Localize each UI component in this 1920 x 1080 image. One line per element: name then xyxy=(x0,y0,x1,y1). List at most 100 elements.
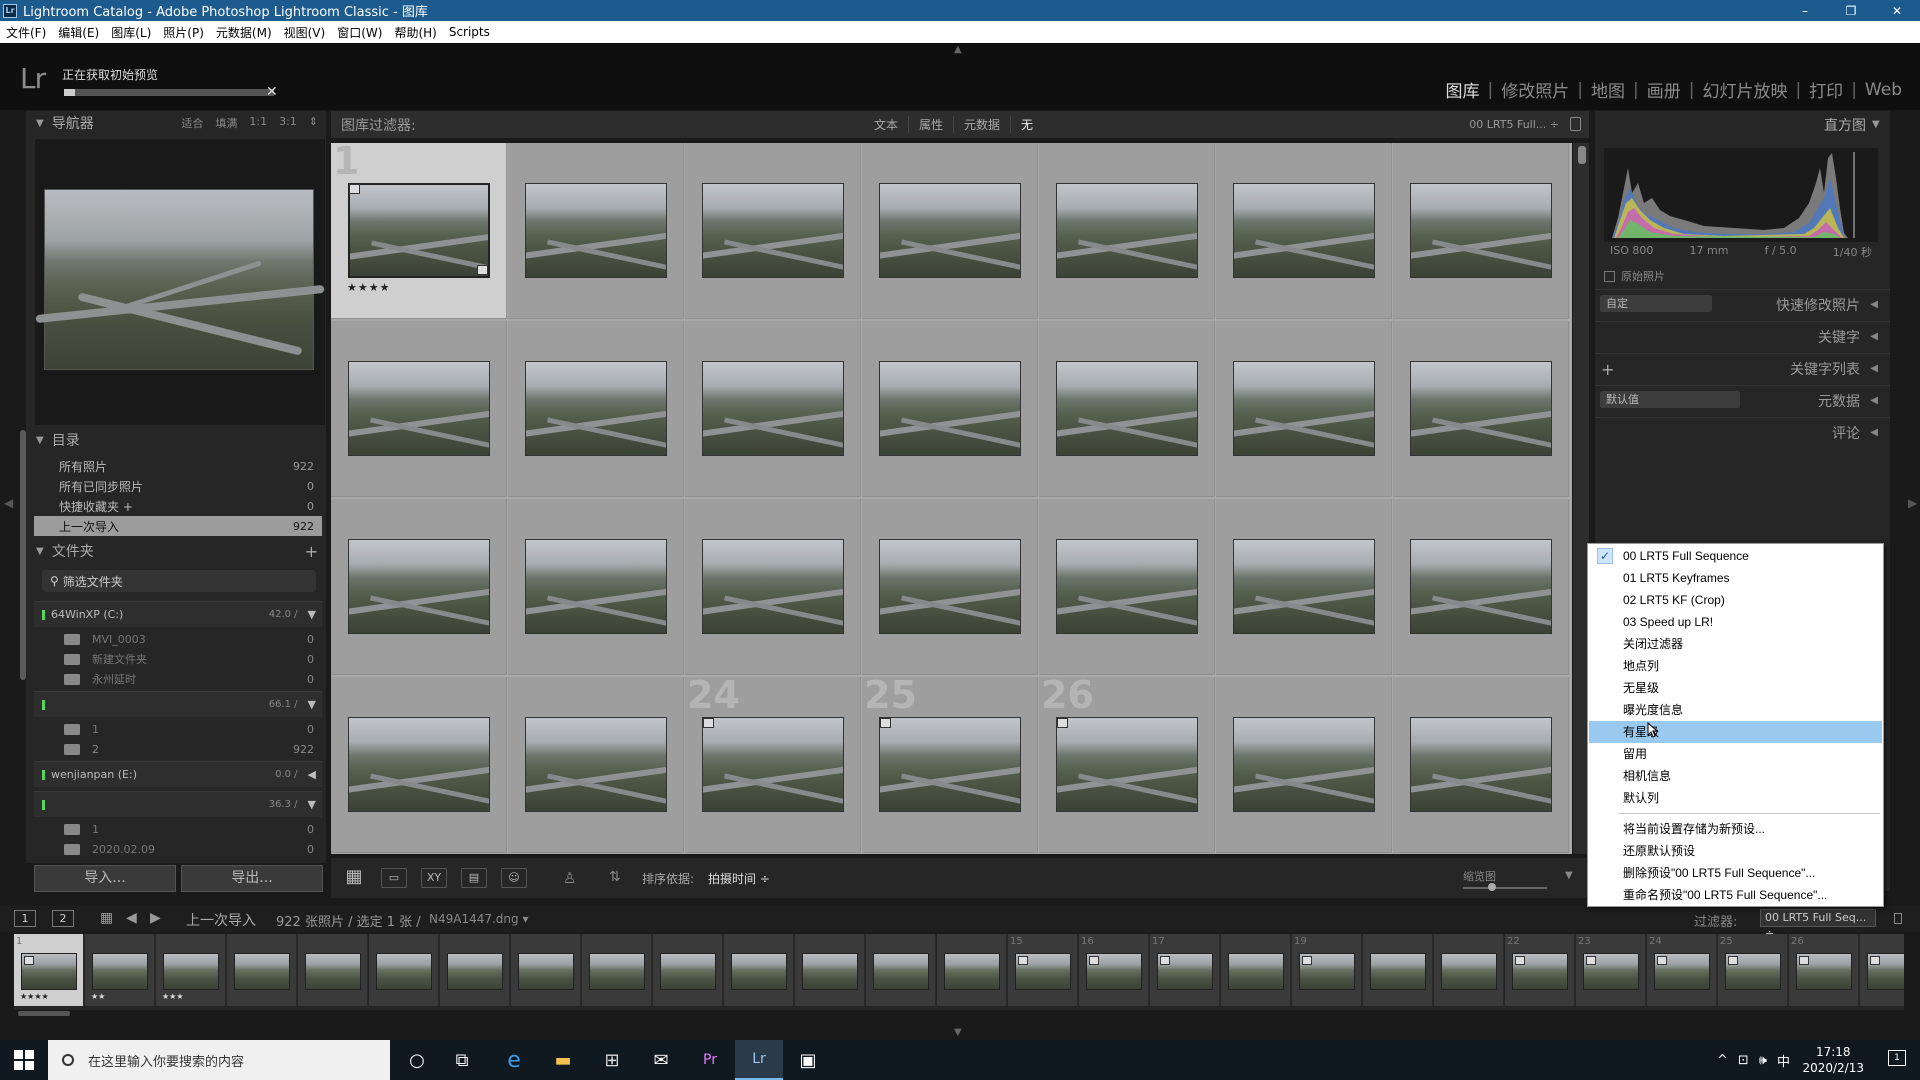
folder-row[interactable]: 2 922 xyxy=(34,739,322,759)
menu-item[interactable]: 默认列 xyxy=(1589,787,1882,809)
cancel-progress-icon[interactable]: ✕ xyxy=(266,84,278,100)
photo-thumbnail[interactable] xyxy=(1233,183,1375,278)
premiere-icon[interactable]: Pr xyxy=(686,1040,734,1080)
zoom-dropdown-icon[interactable]: ⇕ xyxy=(309,115,318,131)
folder-row[interactable]: MVI_0003 0 xyxy=(34,629,322,649)
grid-cell[interactable] xyxy=(508,143,684,319)
filmstrip-thumbnail[interactable] xyxy=(660,953,716,990)
expanded-triangle-icon[interactable]: ▼ xyxy=(308,698,316,711)
grid-cell[interactable] xyxy=(331,321,507,497)
expanded-triangle-icon[interactable]: ▼ xyxy=(308,608,316,621)
photo-thumbnail[interactable] xyxy=(525,183,667,278)
photo-thumbnail[interactable] xyxy=(348,183,490,278)
grid-cell[interactable] xyxy=(331,499,507,675)
show-hidden-icons-icon[interactable]: ^ xyxy=(1717,1053,1728,1068)
module-6[interactable]: Web xyxy=(1857,80,1910,100)
filmstrip-source[interactable]: 上一次导入 xyxy=(186,910,256,930)
menu-item[interactable]: Scripts xyxy=(449,25,490,39)
menu-action[interactable]: 还原默认预设 xyxy=(1589,840,1882,862)
filter-preset-dropdown[interactable]: 00 LRT5 Full... ÷ xyxy=(1469,118,1559,131)
thumbnail-size-slider[interactable] xyxy=(1463,887,1547,889)
back-arrow-icon[interactable]: ◀ xyxy=(126,910,137,926)
grid-cell[interactable]: 24 xyxy=(685,673,861,853)
volume-row[interactable]: 66.1 / ▼ xyxy=(34,691,322,717)
grid-cell[interactable] xyxy=(1039,143,1215,319)
left-panel-toggle-icon[interactable]: ◀ xyxy=(4,496,13,510)
menu-item[interactable]: 无星级 xyxy=(1589,677,1882,699)
menu-item[interactable]: 文件(F) xyxy=(6,24,46,41)
grid-cell[interactable] xyxy=(1216,677,1392,853)
catalog-item[interactable]: 上一次导入 922 xyxy=(34,516,322,536)
module-1[interactable]: 修改照片 xyxy=(1493,77,1577,102)
folder-filter-input[interactable]: ⚲ 筛选文件夹 xyxy=(42,570,316,592)
filmstrip-cell[interactable] xyxy=(1363,934,1433,1006)
filmstrip-cell[interactable] xyxy=(511,934,581,1006)
right-section-header[interactable]: 评论 ◀ xyxy=(1595,417,1890,447)
thumbnail-size-knob[interactable] xyxy=(1488,883,1497,891)
zoom-fill[interactable]: 填满 xyxy=(215,115,237,131)
file-explorer-icon[interactable]: ▬ xyxy=(539,1040,587,1080)
grid-cell[interactable] xyxy=(331,677,507,853)
grid-cell[interactable] xyxy=(1216,321,1392,497)
export-button[interactable]: 导出... xyxy=(181,865,323,892)
filmstrip-cell[interactable]: 17 xyxy=(1150,934,1220,1006)
filmstrip-cell[interactable] xyxy=(582,934,652,1006)
photo-thumbnail[interactable] xyxy=(879,183,1021,278)
forward-arrow-icon[interactable]: ▶ xyxy=(150,910,161,926)
menu-item[interactable]: 留用 xyxy=(1589,743,1882,765)
filmstrip-cell[interactable]: ★★★ xyxy=(156,934,226,1006)
photo-thumbnail[interactable] xyxy=(525,717,667,812)
filmstrip-cell[interactable] xyxy=(653,934,723,1006)
photo-thumbnail[interactable] xyxy=(1056,361,1198,456)
menu-item[interactable]: 视图(V) xyxy=(284,24,326,41)
grid-cell[interactable] xyxy=(1393,499,1569,675)
grid-view-icon[interactable]: ▦ xyxy=(341,868,367,888)
filmstrip-thumbnail[interactable] xyxy=(944,953,1000,990)
grid-cell[interactable] xyxy=(1393,321,1569,497)
filmstrip-cell[interactable]: 16 xyxy=(1079,934,1149,1006)
menu-action[interactable]: 重命名预设"00 LRT5 Full Sequence"... xyxy=(1589,884,1882,906)
ime-icon[interactable]: 中 xyxy=(1777,1051,1790,1070)
top-panel-toggle-icon[interactable]: ▲ xyxy=(954,44,962,55)
filmstrip-cell[interactable] xyxy=(795,934,865,1006)
folder-row[interactable]: 新建文件夹 0 xyxy=(34,649,322,669)
navigator-photo[interactable] xyxy=(35,189,325,370)
lock-icon[interactable] xyxy=(1894,913,1902,924)
filmstrip-cell[interactable] xyxy=(866,934,936,1006)
menu-item[interactable]: 曝光度信息 xyxy=(1589,699,1882,721)
grid-cell[interactable] xyxy=(685,499,861,675)
grid-cell[interactable] xyxy=(508,321,684,497)
filmstrip-thumbnail[interactable] xyxy=(234,953,290,990)
histogram-title[interactable]: 直方图 xyxy=(1595,115,1890,135)
compare-view-icon[interactable]: XY xyxy=(421,868,447,888)
filter-option[interactable]: 文本 xyxy=(864,116,908,133)
filmstrip-cell[interactable]: 1 ★★★★ xyxy=(14,934,84,1006)
photo-thumbnail[interactable] xyxy=(702,717,844,812)
menu-action[interactable]: 将当前设置存储为新预设... xyxy=(1589,818,1882,840)
checkbox-box[interactable] xyxy=(1604,270,1615,282)
filmstrip-cell[interactable] xyxy=(440,934,510,1006)
filmstrip-cell[interactable]: 15 xyxy=(1008,934,1078,1006)
photo-thumbnail[interactable] xyxy=(1056,539,1198,634)
grid-scroll-thumb[interactable] xyxy=(1578,146,1586,164)
grid-cell[interactable] xyxy=(1393,143,1569,319)
photo-thumbnail[interactable] xyxy=(525,539,667,634)
toolbar-menu-icon[interactable]: ▼ xyxy=(1565,870,1573,881)
catalog-item[interactable]: 快捷收藏夹 + 0 xyxy=(34,496,322,516)
windows-start-icon[interactable] xyxy=(14,1050,34,1070)
photo-thumbnail[interactable] xyxy=(1056,717,1198,812)
filmstrip-cell[interactable]: 24 xyxy=(1647,934,1717,1006)
grid-cell[interactable]: 1 ★★★★ xyxy=(331,143,507,319)
grid-cell[interactable] xyxy=(862,321,1038,497)
menu-item[interactable]: 窗口(W) xyxy=(337,24,382,41)
photo-thumbnail[interactable] xyxy=(702,361,844,456)
right-section-select[interactable]: 自定 xyxy=(1600,295,1712,312)
menu-item[interactable]: 有星级 xyxy=(1589,721,1882,743)
expanded-triangle-icon[interactable]: ▼ xyxy=(308,798,316,811)
filmstrip-cell[interactable]: 23 xyxy=(1576,934,1646,1006)
filmstrip-cell[interactable] xyxy=(1221,934,1291,1006)
app-icon[interactable]: ▣ xyxy=(784,1040,832,1080)
module-4[interactable]: 幻灯片放映 xyxy=(1694,77,1795,102)
filter-option[interactable]: 元数据 xyxy=(953,116,1010,133)
photo-thumbnail[interactable] xyxy=(702,539,844,634)
